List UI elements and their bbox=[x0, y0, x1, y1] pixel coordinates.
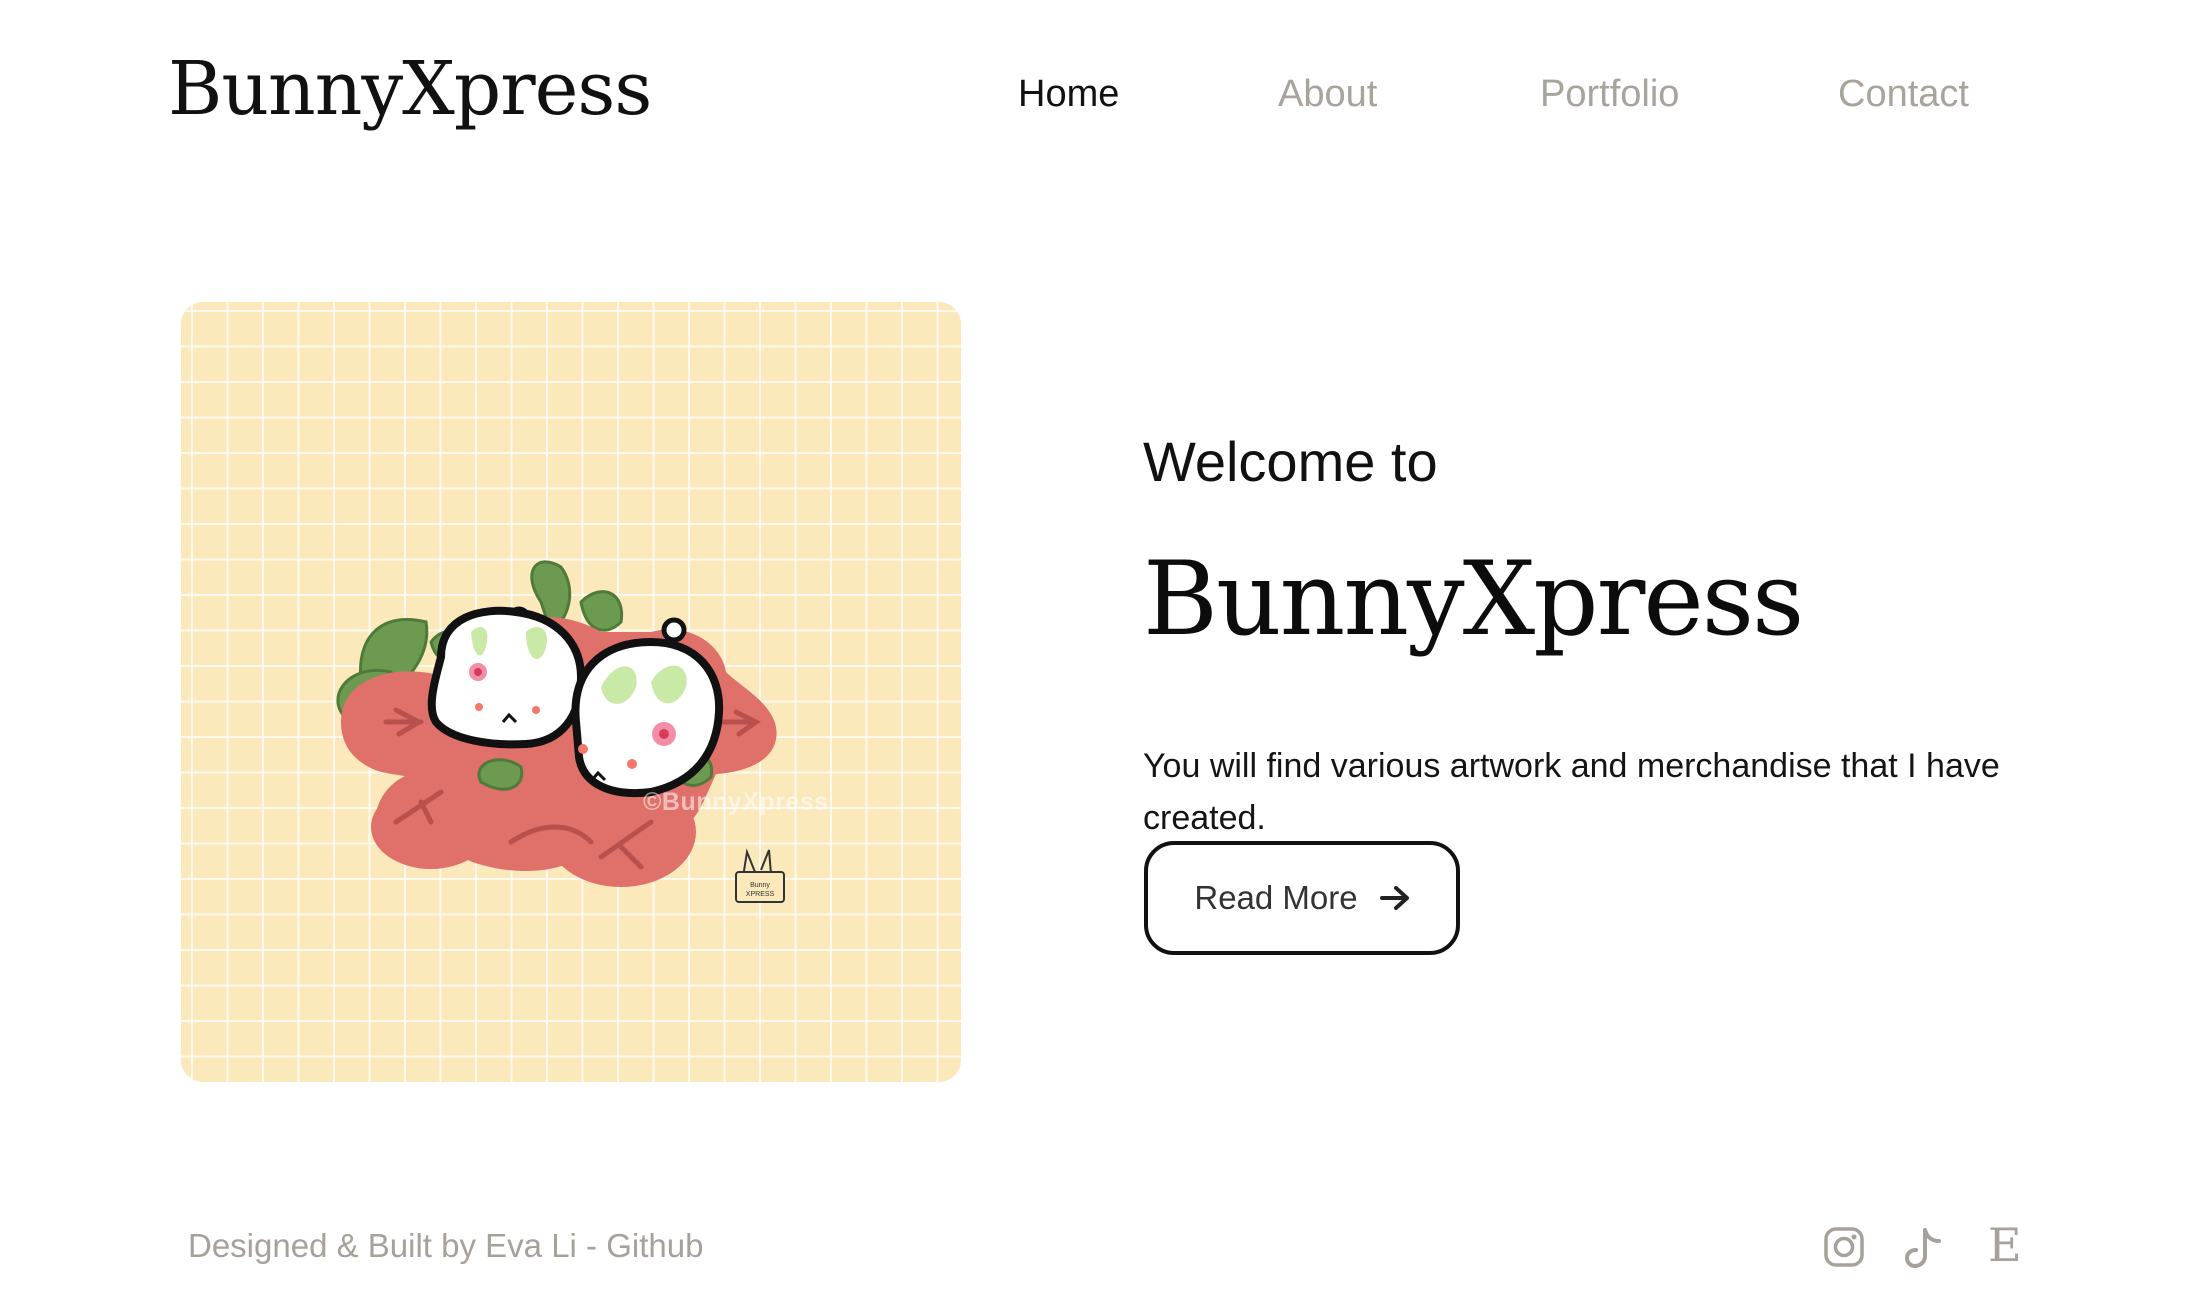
bunny-strawberry-illustration: Bunny XPRESS bbox=[336, 560, 785, 903]
nav-item-portfolio[interactable]: Portfolio bbox=[1540, 72, 1679, 116]
nav-item-contact[interactable]: Contact bbox=[1838, 72, 1969, 116]
hero-description: You will find various artwork and mercha… bbox=[1143, 747, 2000, 837]
nav-item-home[interactable]: Home bbox=[1018, 72, 1119, 116]
etsy-icon[interactable]: E bbox=[1988, 1220, 2022, 1270]
svg-text:XPRESS: XPRESS bbox=[746, 891, 775, 898]
hero-brand-title: BunnyXpress bbox=[1143, 540, 1804, 659]
instagram-icon[interactable] bbox=[1823, 1226, 1865, 1270]
svg-text:Bunny: Bunny bbox=[750, 882, 770, 889]
tiktok-icon[interactable] bbox=[1905, 1226, 1945, 1270]
read-more-button[interactable]: Read More bbox=[1144, 841, 1460, 955]
signature-stamp: Bunny XPRESS bbox=[735, 848, 785, 903]
github-link[interactable]: Github bbox=[606, 1227, 703, 1264]
hero-artwork: Bunny XPRESS ©BunnyXpress bbox=[181, 302, 961, 1082]
page: BunnyXpress Home About Portfolio Contact bbox=[0, 0, 2206, 1296]
footer-credits: Designed & Built by Eva Li - Github bbox=[188, 1226, 703, 1266]
arrow-right-icon bbox=[1379, 885, 1410, 911]
read-more-label: Read More bbox=[1194, 879, 1358, 916]
welcome-text: Welcome to bbox=[1143, 430, 1438, 493]
artwork-watermark: ©BunnyXpress bbox=[643, 788, 829, 816]
main-nav: Home About Portfolio Contact bbox=[0, 72, 2206, 122]
footer-credit-text: Designed & Built by Eva Li - bbox=[188, 1227, 607, 1264]
bunny-left bbox=[427, 606, 586, 749]
nav-item-about[interactable]: About bbox=[1278, 72, 1377, 116]
